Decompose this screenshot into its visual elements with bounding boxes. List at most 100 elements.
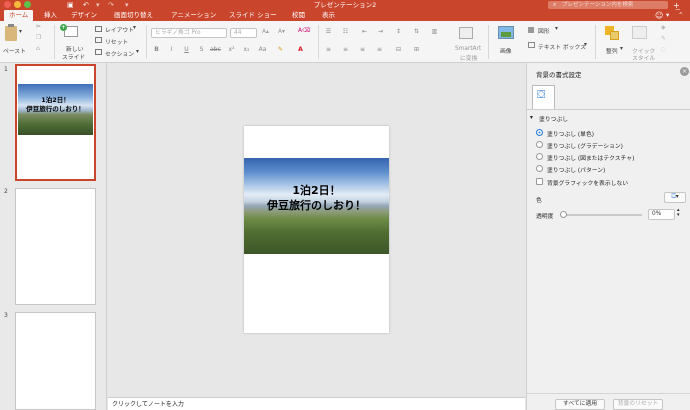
transparency-slider-track[interactable] [564,214,642,216]
smartart-label-2[interactable]: に変換 [460,53,477,62]
bold-button[interactable]: B [152,45,161,54]
solid-fill-radio[interactable] [536,129,543,136]
hide-background-checkbox[interactable] [536,178,543,185]
shadow-button[interactable]: S [197,45,206,54]
quick-styles-label-2[interactable]: スタイル [632,53,655,62]
align-left-icon[interactable]: ≡ [324,45,333,54]
italic-button[interactable]: I [167,45,176,54]
picture-fill-label[interactable]: 塗りつぶし (図またはテクスチャ) [547,153,634,162]
section-dropdown-icon[interactable]: ▾ [136,49,139,55]
tab-home[interactable]: ホーム [4,10,34,21]
slide-thumbnail-2[interactable] [15,188,96,305]
color-picker-button[interactable]: ⛋▾ [664,192,686,203]
format-background-panel: 背景の書式設定 × ⛋ ▾ 塗りつぶし 塗りつぶし (単色) 塗りつぶし (グラ… [526,63,690,410]
superscript-button[interactable]: x² [227,45,236,54]
search-input[interactable]: ⌕ プレゼンテーション内を検索 [548,1,668,9]
shape-fill-icon[interactable]: ◆ [661,25,665,31]
slide-title-line-1[interactable]: 1泊2日！ [244,184,389,197]
subscript-button[interactable]: x₂ [242,45,251,54]
smartart-label-1[interactable]: SmartArt [455,46,481,52]
gradient-fill-label[interactable]: 塗りつぶし (グラデーション) [547,141,623,150]
current-slide[interactable]: 1泊2日！ 伊豆旅行のしおり！ [244,126,389,333]
textbox-icon [528,42,535,48]
user-icon[interactable]: +̲ [673,0,680,10]
notes-pane[interactable]: クリックしてノートを入力 [108,397,525,410]
slide-thumbnail-3[interactable] [15,312,96,410]
arrange-label[interactable]: 整列 [606,46,618,55]
close-icon[interactable]: × [680,67,689,76]
reset-background-button[interactable]: 背景のリセット [613,399,663,410]
layout-dropdown-icon[interactable]: ▾ [133,25,136,31]
align-text-middle-icon[interactable]: ⊞ [412,45,421,54]
hide-background-label[interactable]: 背景グラフィックを表示しない [547,178,628,187]
paste-icon[interactable] [5,26,17,41]
textbox-button[interactable]: テキスト ボックス [538,42,586,51]
highlight-icon[interactable]: ✎ [276,45,285,54]
decrease-indent-icon[interactable]: ⇤ [360,27,369,36]
format-painter-icon[interactable]: ⌂ [36,46,40,52]
arrange-dropdown-icon[interactable]: ▾ [620,46,623,52]
numbering-icon[interactable]: ☷ [341,27,350,36]
apply-to-all-button[interactable]: すべてに適用 [555,399,605,410]
strikethrough-button[interactable]: abc [210,45,221,54]
font-name-value: ヒラギノ角ゴ Pro [155,30,201,36]
tab-review[interactable]: 校閲 [292,10,305,21]
picture-label[interactable]: 画像 [500,46,512,55]
decrease-font-icon[interactable]: A▾ [278,29,285,35]
transparency-value: 0% [652,211,662,217]
tab-design[interactable]: デザイン [71,10,97,21]
transparency-input[interactable]: 0% [648,209,675,220]
collapse-ribbon-icon[interactable]: ⌃ [678,10,683,21]
increase-indent-icon[interactable]: ⇥ [376,27,385,36]
new-slide-label-2[interactable]: スライド [62,52,85,61]
fill-section-header[interactable]: 塗りつぶし [539,114,568,123]
copy-icon[interactable]: ❐ [36,35,41,41]
section-collapse-icon[interactable]: ▾ [530,115,533,121]
underline-button[interactable]: U [182,45,191,54]
tab-view[interactable]: 表示 [322,10,335,21]
font-size-value: 44 [234,30,242,36]
tab-transitions[interactable]: 画面切り替え [114,10,153,21]
tab-animations[interactable]: アニメーション [171,10,216,21]
slide-title-line-2[interactable]: 伊豆旅行のしおり！ [244,199,389,212]
picture-fill-radio[interactable] [536,153,543,160]
transparency-stepper[interactable]: ▴ ▾ [677,208,680,218]
paste-dropdown-icon[interactable]: ▾ [19,29,22,35]
clear-format-icon[interactable]: A⌫ [298,28,310,34]
shape-effects-icon[interactable]: ◌ [661,47,666,53]
gradient-fill-radio[interactable] [536,141,543,148]
align-right-icon[interactable]: ≡ [358,45,367,54]
pattern-fill-label[interactable]: 塗りつぶし (パターン) [547,165,605,174]
shapes-button[interactable]: 図形 [538,26,550,35]
change-case-button[interactable]: Aa [258,45,267,54]
textbox-dropdown-icon[interactable]: ▾ [584,42,587,48]
line-spacing-icon[interactable]: ↕ [394,27,403,36]
reset-button[interactable]: リセット [105,37,128,46]
feedback-dropdown-icon[interactable]: ▾ [666,10,669,21]
font-size-select[interactable]: 44 [230,28,257,38]
transparency-slider-thumb[interactable] [560,211,567,218]
cut-icon[interactable]: ✂ [36,24,41,30]
font-name-select[interactable]: ヒラギノ角ゴ Pro [151,28,227,38]
shape-outline-icon[interactable]: ✎ [661,36,666,42]
font-color-icon[interactable]: A [296,45,305,54]
quick-styles-icon[interactable] [632,26,647,39]
pattern-fill-radio[interactable] [536,165,543,172]
slide-background-photo[interactable]: 1泊2日！ 伊豆旅行のしおり！ [244,158,389,254]
align-center-icon[interactable]: ≡ [341,45,350,54]
smiley-icon[interactable]: ☺ [655,10,663,21]
increase-font-icon[interactable]: A▴ [262,29,269,35]
bullets-icon[interactable]: ☰ [324,27,333,36]
section-button[interactable]: セクション [105,49,134,58]
layout-button[interactable]: レイアウト [105,25,134,34]
text-direction-icon[interactable]: ⇅ [412,27,421,36]
justify-icon[interactable]: ≡ [375,45,384,54]
align-text-icon[interactable]: ⊟ [394,45,403,54]
columns-icon[interactable]: ▥ [430,27,439,36]
shapes-dropdown-icon[interactable]: ▾ [555,26,558,32]
smartart-icon[interactable] [459,27,473,39]
tab-insert[interactable]: 挿入 [44,10,57,21]
tab-slideshow[interactable]: スライド ショー [229,10,277,21]
solid-fill-label[interactable]: 塗りつぶし (単色) [547,129,594,138]
slide-thumbnail-1[interactable]: 1泊2日！ 伊豆旅行のしおり！ [15,64,96,181]
